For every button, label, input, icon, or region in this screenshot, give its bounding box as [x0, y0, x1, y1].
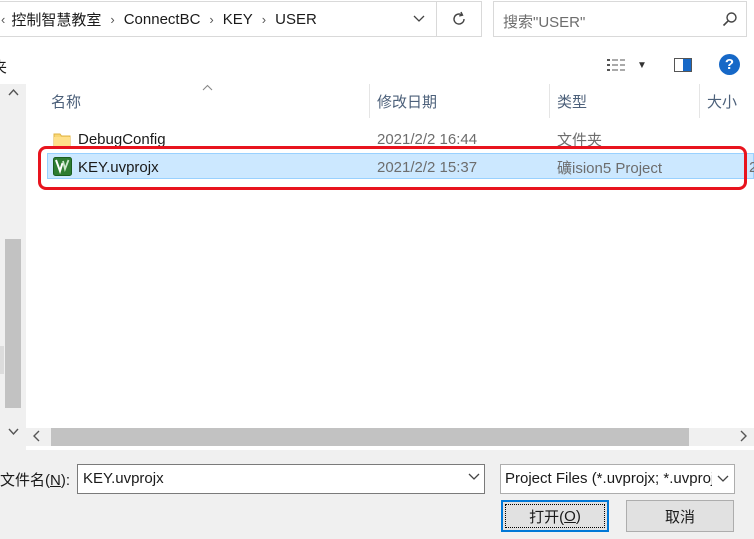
file-size: 2 [749, 158, 754, 176]
column-name[interactable]: 名称 [51, 84, 81, 118]
scroll-right-icon[interactable] [740, 430, 748, 442]
breadcrumb-item[interactable]: KEY [223, 11, 253, 28]
chevron-right-icon[interactable]: › [101, 12, 123, 27]
preview-pane-icon[interactable] [674, 57, 692, 73]
cancel-button[interactable]: 取消 [626, 500, 734, 532]
sort-ascending-icon [202, 84, 213, 91]
filetype-select[interactable]: Project Files (*.uvprojx; *.uvproj) [500, 464, 735, 494]
scroll-thumb[interactable] [51, 428, 689, 446]
toolbar: 夹 ▼ ? [0, 46, 754, 84]
address-history-dropdown[interactable] [401, 2, 437, 36]
chevron-down-icon [717, 475, 729, 482]
search-icon[interactable] [722, 11, 738, 27]
column-divider[interactable] [369, 84, 370, 118]
nav-pane-edge [0, 346, 4, 374]
filename-value: KEY.uvprojx [83, 470, 164, 487]
filetype-value: Project Files (*.uvprojx; *.uvproj) [505, 470, 720, 487]
new-folder-button[interactable]: 夹 [0, 56, 7, 77]
scroll-thumb[interactable] [5, 239, 21, 408]
column-divider[interactable] [699, 84, 700, 118]
view-options-icon[interactable] [606, 58, 626, 72]
horizontal-scrollbar[interactable] [26, 428, 754, 446]
refresh-icon [453, 11, 465, 25]
scroll-up-icon[interactable] [8, 88, 19, 96]
address-bar[interactable]: ‹ 控制智慧教室 › ConnectBC › KEY › USER [0, 1, 437, 37]
chevron-left-icon[interactable]: ‹ [0, 12, 11, 27]
refresh-button[interactable] [437, 1, 482, 37]
breadcrumb-item[interactable]: USER [275, 11, 317, 28]
scroll-down-icon[interactable] [8, 428, 19, 436]
column-divider[interactable] [549, 84, 550, 118]
column-size[interactable]: 大小 [707, 84, 737, 118]
filename-field[interactable]: KEY.uvprojx [77, 464, 485, 494]
breadcrumb-item[interactable]: 控制智慧教室 [11, 9, 101, 30]
nav-scrollbar[interactable] [0, 84, 26, 450]
chevron-down-icon[interactable] [468, 473, 480, 481]
annotation-highlight [38, 146, 747, 190]
scroll-left-icon[interactable] [32, 430, 40, 442]
dialog-footer: 文件名(N): KEY.uvprojx Project Files (*.uvp… [0, 450, 754, 539]
column-modified[interactable]: 修改日期 [377, 84, 437, 118]
filename-label: 文件名(N): [0, 472, 71, 489]
search-placeholder: 搜索"USER" [503, 14, 586, 31]
chevron-right-icon[interactable]: › [253, 12, 275, 27]
chevron-right-icon[interactable]: › [200, 12, 222, 27]
help-icon[interactable]: ? [719, 54, 740, 75]
filetype-dropdown[interactable] [712, 465, 734, 493]
chevron-down-icon [413, 15, 425, 22]
column-header: 名称 修改日期 类型 大小 [26, 84, 754, 118]
column-type[interactable]: 类型 [557, 84, 587, 118]
open-button[interactable]: 打开(O) [501, 500, 609, 532]
search-input[interactable]: 搜索"USER" [493, 1, 747, 37]
breadcrumb-item[interactable]: ConnectBC [124, 11, 201, 28]
breadcrumb: ‹ 控制智慧教室 › ConnectBC › KEY › USER [0, 2, 317, 36]
caret-down-icon[interactable]: ▼ [637, 60, 647, 71]
